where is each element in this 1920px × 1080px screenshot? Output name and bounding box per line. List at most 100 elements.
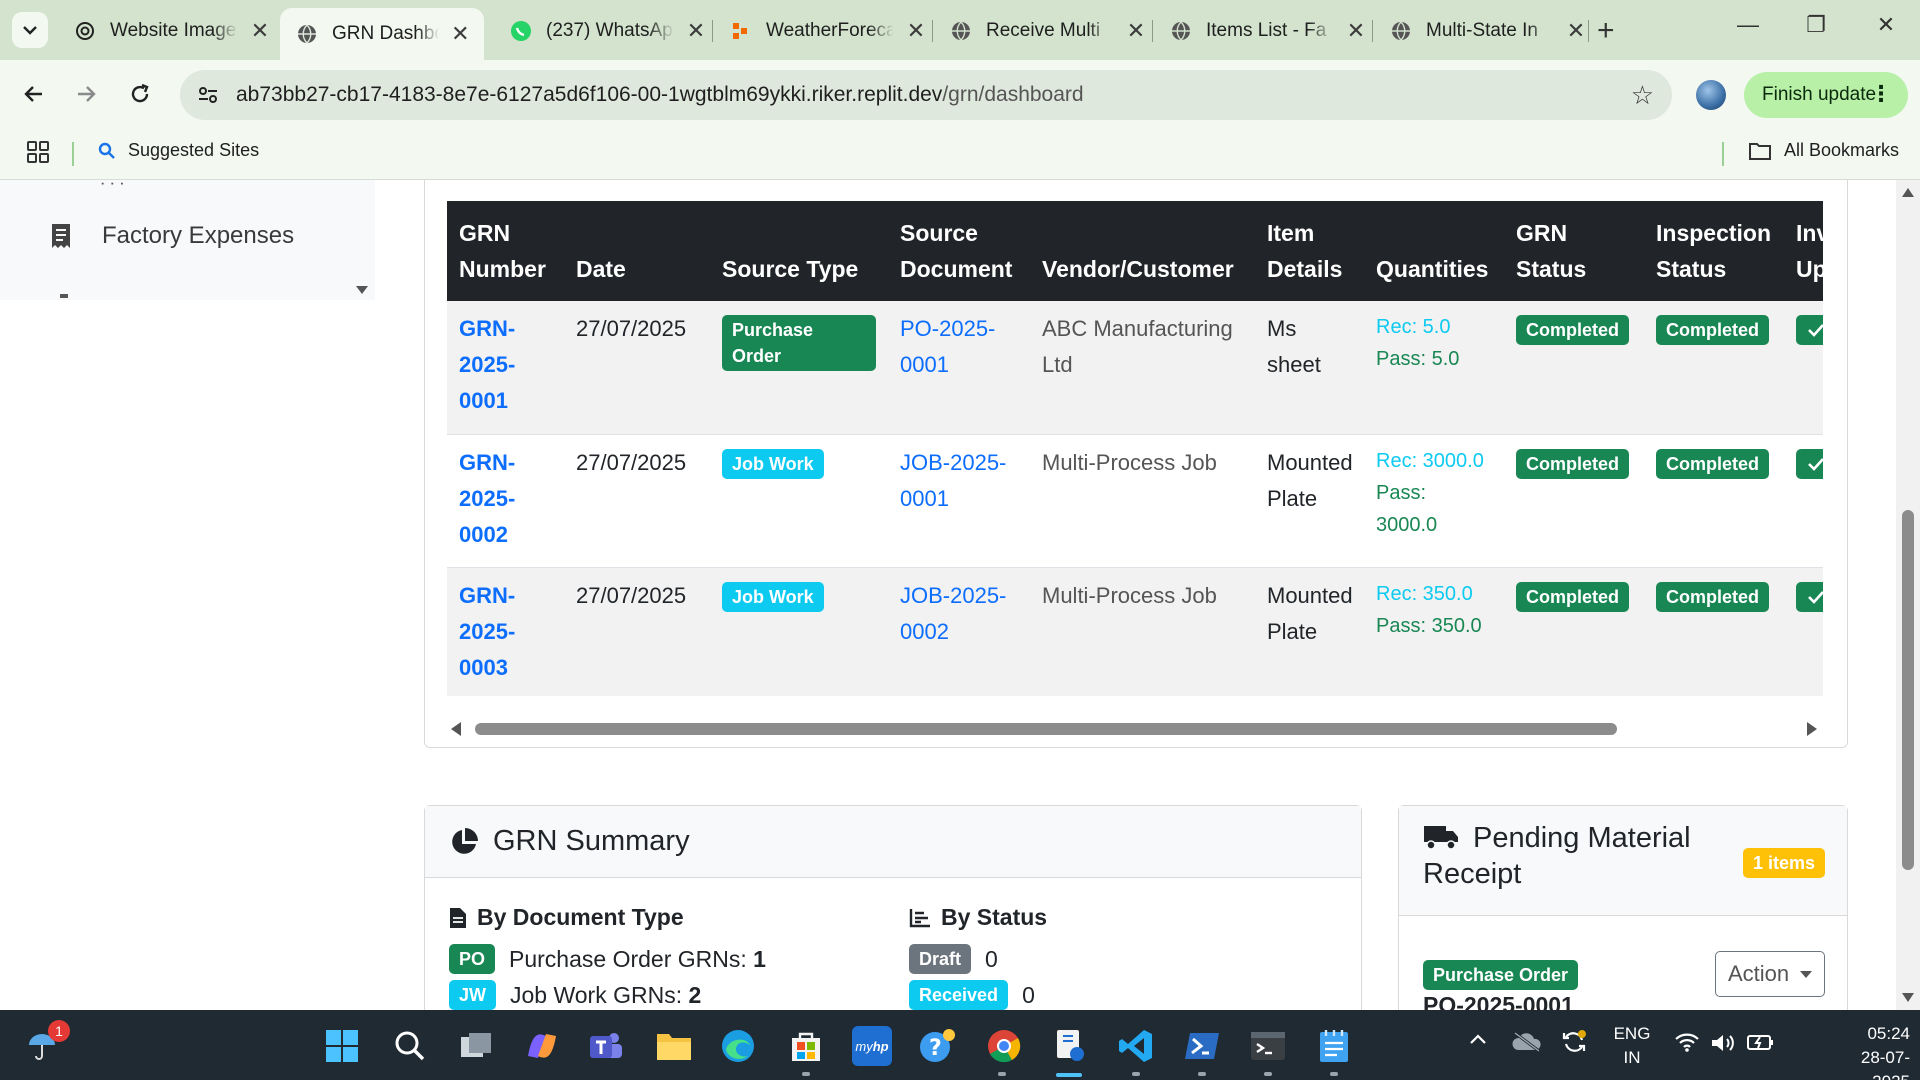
grn-number-link[interactable]: GRN- 2025- 0001 xyxy=(459,316,515,413)
finish-update-button[interactable]: Finish update ⋮ xyxy=(1744,72,1908,118)
col-header-grn-number[interactable]: GRN Number xyxy=(447,201,564,301)
tab-website-image[interactable]: Website Image ✕ xyxy=(58,10,284,52)
close-icon[interactable]: ✕ xyxy=(451,21,470,47)
reload-button[interactable] xyxy=(122,76,158,112)
sidebar-scrollbar[interactable] xyxy=(350,180,374,300)
col-header-source-type[interactable]: Source Type xyxy=(710,201,888,301)
taskbar-app-copilot[interactable] xyxy=(522,1026,562,1066)
grn-number-cell[interactable]: GRN- 2025- 0002 xyxy=(447,434,564,568)
bookmark-suggested-sites[interactable]: Suggested Sites xyxy=(98,140,259,161)
taskbar-app-file-explorer[interactable] xyxy=(654,1026,694,1066)
tab-grn-dashboard[interactable]: GRN Dashboard ✕ xyxy=(280,8,484,60)
taskbar-app-terminal[interactable] xyxy=(1248,1026,1288,1066)
col-header-inventory-updated[interactable]: Inv Up xyxy=(1784,201,1823,301)
grn-number-link[interactable]: GRN- 2025- 0002 xyxy=(459,450,515,547)
col-header-vendor-customer[interactable]: Vendor/Customer xyxy=(1030,201,1255,301)
tab-receive-multi[interactable]: Receive Multi ✕ xyxy=(934,10,1160,52)
profile-avatar[interactable] xyxy=(1696,80,1726,110)
source-doc-cell[interactable]: PO-2025- 0001 xyxy=(888,301,1030,435)
apps-grid-icon[interactable] xyxy=(26,140,50,169)
taskbar-app-powershell[interactable] xyxy=(1182,1026,1222,1066)
close-window-button[interactable]: ✕ xyxy=(1866,12,1906,38)
col-header-date[interactable]: Date xyxy=(564,201,710,301)
scroll-left-arrow-icon[interactable] xyxy=(451,722,461,736)
page-vertical-scrollbar[interactable] xyxy=(1896,180,1920,1010)
taskbar-app-myhp[interactable]: myhp xyxy=(852,1026,892,1066)
back-button[interactable] xyxy=(16,76,52,112)
show-hidden-icons-button[interactable] xyxy=(1468,1030,1488,1051)
receipt-icon xyxy=(52,224,70,248)
page-content: ᐧ ᐧ ᐧ Factory Expenses GRNNumber Date So… xyxy=(0,180,1920,1010)
scroll-down-arrow-icon[interactable] xyxy=(1902,993,1914,1002)
teams-icon xyxy=(590,1033,622,1058)
tab-weather-forecast[interactable]: WeatherForecast ✕ xyxy=(714,10,940,52)
source-doc-link[interactable]: JOB-2025- 0002 xyxy=(900,583,1006,644)
tab-items-list[interactable]: Items List - Fa ✕ xyxy=(1154,10,1380,52)
list-icon xyxy=(909,908,930,927)
tab-multi-state[interactable]: Multi-State In ✕ xyxy=(1374,10,1600,52)
restore-button[interactable]: ❐ xyxy=(1796,12,1836,38)
close-icon[interactable]: ✕ xyxy=(686,18,706,44)
close-icon[interactable]: ✕ xyxy=(250,18,270,44)
close-icon[interactable]: ✕ xyxy=(906,18,926,44)
action-dropdown-button[interactable]: Action xyxy=(1715,951,1825,997)
source-doc-link[interactable]: PO-2025- 0001 xyxy=(900,316,995,377)
system-clock[interactable]: 05:24 28-07-2025 xyxy=(1830,1022,1910,1080)
language-indicator[interactable]: ENG IN xyxy=(1612,1022,1652,1070)
hp-icon: myhp xyxy=(855,1038,889,1054)
action-label: Action xyxy=(1728,961,1790,986)
scroll-up-arrow-icon[interactable] xyxy=(1902,188,1914,197)
col-header-grn-status[interactable]: GRN Status xyxy=(1504,201,1644,301)
close-icon[interactable]: ✕ xyxy=(1346,18,1366,44)
task-view-button[interactable] xyxy=(456,1026,496,1066)
address-bar[interactable]: ab73bb27-cb17-4183-8e7e-6127a5d6f106-00-… xyxy=(180,70,1672,120)
sync-icon[interactable] xyxy=(1560,1028,1588,1061)
source-doc-cell[interactable]: JOB-2025- 0001 xyxy=(888,434,1030,568)
source-doc-link[interactable]: JOB-2025- 0001 xyxy=(900,450,1006,511)
volume-icon[interactable] xyxy=(1710,1032,1736,1059)
vendor-cell: Multi-Process Job xyxy=(1030,434,1255,568)
tab-whatsapp[interactable]: (237) WhatsApp ✕ xyxy=(494,10,720,52)
taskbar-app-vscode[interactable] xyxy=(1116,1026,1156,1066)
col-header-source-document[interactable]: Source Document xyxy=(888,201,1030,301)
start-button[interactable] xyxy=(322,1026,362,1066)
wifi-icon[interactable] xyxy=(1674,1032,1700,1057)
table-horizontal-scrollbar[interactable] xyxy=(447,718,1823,738)
grn-number-link[interactable]: GRN- 2025- 0003 xyxy=(459,583,515,680)
tab-separator xyxy=(1152,20,1153,42)
taskbar-app-help[interactable]: ? xyxy=(918,1026,958,1066)
scrollbar-thumb[interactable] xyxy=(1902,510,1914,870)
inspection-status-cell: Completed xyxy=(1644,434,1784,568)
bookmark-star-icon[interactable]: ☆ xyxy=(1631,80,1654,111)
minimize-button[interactable]: — xyxy=(1728,12,1768,38)
taskbar-app-teams[interactable] xyxy=(586,1026,626,1066)
taskbar-app-snipping-tool[interactable] xyxy=(1050,1026,1090,1066)
scrollbar-thumb[interactable] xyxy=(475,723,1617,735)
col-header-quantities[interactable]: Quantities xyxy=(1364,201,1504,301)
grn-status-cell: Completed xyxy=(1504,301,1644,435)
grn-number-cell[interactable]: GRN- 2025- 0001 xyxy=(447,301,564,435)
col-header-inspection-status[interactable]: Inspection Status xyxy=(1644,201,1784,301)
taskbar-app-notepad[interactable] xyxy=(1314,1026,1354,1066)
forward-button[interactable] xyxy=(68,76,104,112)
taskbar-app-chrome[interactable] xyxy=(984,1026,1024,1066)
col-header-item-details[interactable]: Item Details xyxy=(1255,201,1364,301)
close-icon[interactable]: ✕ xyxy=(1566,18,1586,44)
close-icon[interactable]: ✕ xyxy=(1126,18,1146,44)
all-bookmarks-button[interactable]: All Bookmarks xyxy=(1748,140,1899,161)
battery-icon[interactable] xyxy=(1746,1032,1774,1057)
site-info-icon[interactable] xyxy=(196,83,220,107)
grn-table-container[interactable]: GRN Number Date Source Type Source Documen… xyxy=(447,201,1823,696)
grn-number-cell[interactable]: GRN- 2025- 0003 xyxy=(447,567,564,696)
date-cell: 27/07/2025 xyxy=(564,567,710,696)
terminal-icon xyxy=(1251,1032,1285,1060)
sidebar-item-factory-expenses[interactable]: Factory Expenses xyxy=(50,222,294,250)
scroll-right-arrow-icon[interactable] xyxy=(1807,722,1817,736)
taskbar-search-button[interactable] xyxy=(390,1026,430,1066)
tab-search-button[interactable] xyxy=(12,12,48,48)
taskbar-app-edge[interactable] xyxy=(718,1026,758,1066)
new-tab-button[interactable]: + xyxy=(1597,14,1615,48)
taskbar-app-store[interactable] xyxy=(786,1026,826,1066)
source-doc-cell[interactable]: JOB-2025- 0002 xyxy=(888,567,1030,696)
onedrive-icon[interactable] xyxy=(1512,1030,1542,1057)
